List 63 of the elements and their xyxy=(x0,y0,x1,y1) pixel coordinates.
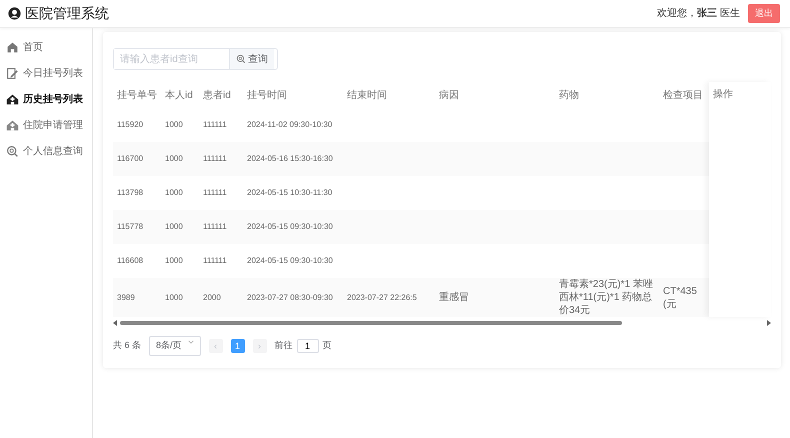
search-button[interactable]: 查询 xyxy=(229,49,274,69)
column-header: 操作 xyxy=(712,88,734,102)
table-cell: 113798 xyxy=(117,188,144,197)
hospital-icon xyxy=(6,118,19,132)
sidebar-item[interactable]: 今日挂号列表 xyxy=(0,60,92,86)
table-cell: 2024-05-16 15:30-16:30 xyxy=(247,154,333,163)
column-header: 结束时间 xyxy=(346,88,388,102)
table-cell: 1000 xyxy=(165,292,183,302)
edit-icon xyxy=(6,66,19,80)
logo-icon xyxy=(8,7,21,20)
scrollbar-thumb[interactable] xyxy=(120,321,622,325)
column-header: 患者id xyxy=(202,88,232,102)
search-icon xyxy=(6,144,19,158)
table-cell: 1000 xyxy=(165,188,183,197)
column-header: 检查项目 xyxy=(662,88,704,102)
table-cell: 重感冒 xyxy=(439,292,469,303)
table-cell: 116608 xyxy=(117,256,144,265)
search-icon xyxy=(236,54,246,64)
caret-icon xyxy=(188,339,194,345)
table-cell: 1000 xyxy=(165,222,183,231)
column-header: 挂号时间 xyxy=(246,88,288,102)
goto-label: 前往 xyxy=(274,339,293,352)
welcome-text: 欢迎您，张三 医生 xyxy=(657,6,740,21)
page-suffix: 页 xyxy=(322,339,332,352)
sidebar-item[interactable]: 住院申请管理 xyxy=(0,112,92,138)
app-title: 医院管理系统 xyxy=(25,4,109,23)
column-header: 病因 xyxy=(438,88,460,102)
home-icon xyxy=(6,40,19,54)
table-cell: 111111 xyxy=(203,222,227,231)
sidebar-item[interactable]: 历史挂号列表 xyxy=(0,86,92,112)
scroll-left-icon[interactable] xyxy=(113,320,118,326)
table-cell: 2000 xyxy=(203,292,221,302)
table-cell: 1000 xyxy=(165,120,183,129)
table-cell: 2023-07-27 08:30-09:30 xyxy=(247,292,333,302)
sidebar-item[interactable]: 个人信息查询 xyxy=(0,138,92,164)
table-cell: 3989 xyxy=(117,292,135,302)
table-cell: 2024-05-15 10:30-11:30 xyxy=(247,188,332,197)
sidebar-item[interactable]: 首页 xyxy=(0,34,92,60)
table-cell: 111111 xyxy=(203,120,227,129)
search-field[interactable]: 请输入患者id查询 查询 xyxy=(113,48,278,70)
column-header: 挂号单号 xyxy=(116,88,158,102)
page-size-select[interactable]: 8条/页 xyxy=(149,336,201,356)
column-header: 药物 xyxy=(558,88,580,102)
table-cell: 2024-11-02 09:30-10:30 xyxy=(247,120,332,129)
table-cell: 115920 xyxy=(117,120,144,129)
hospital-icon xyxy=(6,92,19,106)
total-count: 共 6 条 xyxy=(113,339,142,352)
column-header: 本人id xyxy=(164,88,194,102)
table-cell: 111111 xyxy=(203,154,227,163)
table-cell: 116700 xyxy=(117,154,144,163)
table-cell: 111111 xyxy=(203,188,227,197)
table-cell: 111111 xyxy=(203,256,227,265)
scroll-right-icon[interactable] xyxy=(766,320,771,326)
logout-button[interactable]: 退出 xyxy=(748,4,780,24)
table-cell: 1000 xyxy=(165,154,183,163)
table-cell: 115778 xyxy=(117,222,144,231)
table-cell: 2024-05-15 09:30-10:30 xyxy=(247,222,333,231)
table-cell: 青霉素*23(元)*1 苯唑西林*11(元)*1 药物总价34元 xyxy=(559,279,653,316)
table-cell: 2024-05-15 09:30-10:30 xyxy=(247,256,333,265)
page-input[interactable]: 1 xyxy=(296,338,319,353)
table-cell: CT*435(元 xyxy=(663,286,697,310)
table-cell: 2023-07-27 22:26:5 xyxy=(347,292,417,302)
table-cell: 1000 xyxy=(165,256,183,265)
